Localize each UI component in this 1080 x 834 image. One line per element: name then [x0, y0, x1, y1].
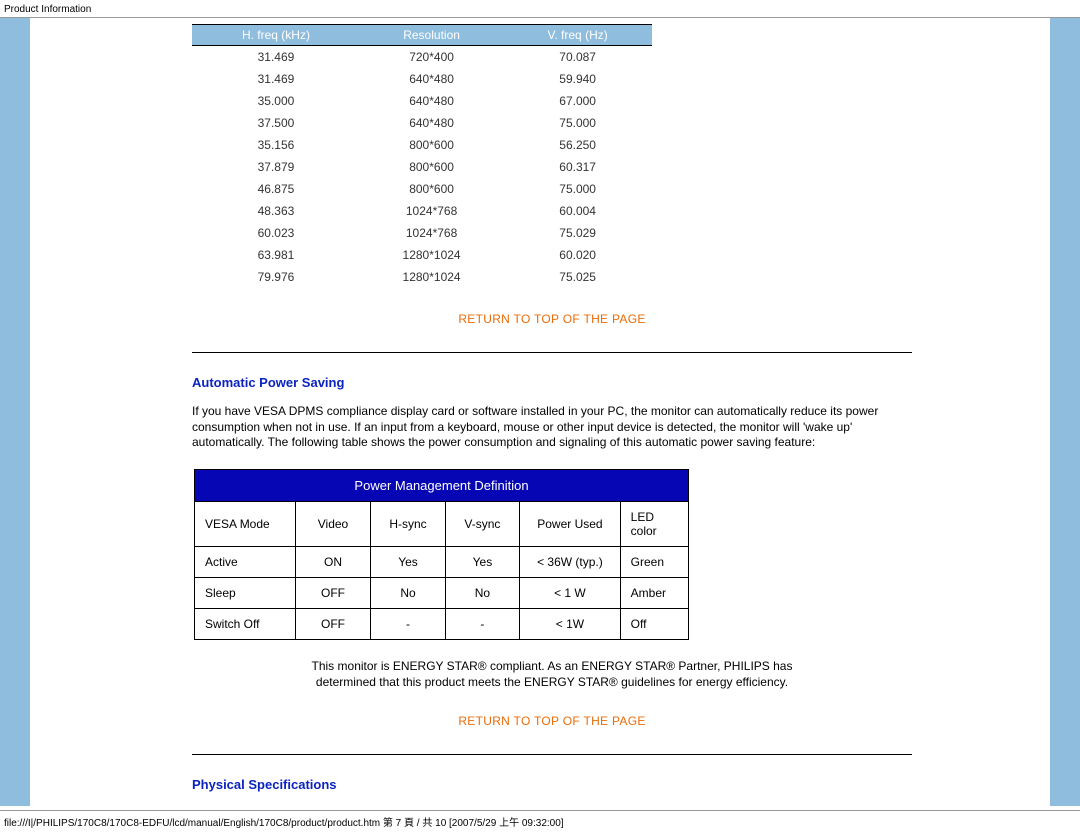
power-header-powerused: Power Used: [520, 501, 621, 546]
table-row: 35.000640*48067.000: [192, 90, 652, 112]
automatic-power-saving-heading: Automatic Power Saving: [192, 375, 912, 390]
table-row: 37.500640*48075.000: [192, 112, 652, 134]
table-row: 46.875800*60075.000: [192, 178, 652, 200]
table-row: 37.879800*60060.317: [192, 156, 652, 178]
physical-specifications-heading: Physical Specifications: [192, 777, 912, 792]
automatic-power-saving-text: If you have VESA DPMS compliance display…: [192, 404, 912, 451]
page-footer: file:///I|/PHILIPS/170C8/170C8-EDFU/lcd/…: [0, 810, 1080, 833]
power-table-title: Power Management Definition: [195, 469, 689, 501]
table-row: 35.156800*60056.250: [192, 134, 652, 156]
table-row: Switch Off OFF - - < 1W Off: [195, 608, 689, 639]
table-row: 79.9761280*102475.025: [192, 266, 652, 288]
frequency-table: H. freq (kHz) Resolution V. freq (Hz) 31…: [192, 24, 652, 288]
power-table-title-row: Power Management Definition: [195, 469, 689, 501]
left-blue-strip: [0, 18, 30, 806]
freq-header-hfreq: H. freq (kHz): [192, 25, 360, 46]
main-column: H. freq (kHz) Resolution V. freq (Hz) 31…: [30, 18, 1050, 806]
table-row: 60.0231024*76875.029: [192, 222, 652, 244]
power-header-led: LED color: [620, 501, 688, 546]
content-area: H. freq (kHz) Resolution V. freq (Hz) 31…: [30, 18, 936, 806]
freq-header-resolution: Resolution: [360, 25, 503, 46]
freq-header-vfreq: V. freq (Hz): [503, 25, 652, 46]
table-row: 63.9811280*102460.020: [192, 244, 652, 266]
page-layout: H. freq (kHz) Resolution V. freq (Hz) 31…: [0, 18, 1080, 806]
table-row: 31.469640*48059.940: [192, 68, 652, 90]
return-to-top-link[interactable]: RETURN TO TOP OF THE PAGE: [192, 714, 912, 728]
power-header-hsync: H-sync: [371, 501, 445, 546]
page-header: Product Information: [0, 0, 1080, 18]
divider: [192, 754, 912, 755]
energy-star-note: This monitor is ENERGY STAR® compliant. …: [192, 658, 912, 690]
power-header-vsync: V-sync: [445, 501, 519, 546]
divider: [192, 352, 912, 353]
table-row: 48.3631024*76860.004: [192, 200, 652, 222]
power-header-video: Video: [295, 501, 371, 546]
table-row: Sleep OFF No No < 1 W Amber: [195, 577, 689, 608]
return-to-top-link[interactable]: RETURN TO TOP OF THE PAGE: [192, 312, 912, 326]
power-table-header-row: VESA Mode Video H-sync V-sync Power Used…: [195, 501, 689, 546]
power-management-table: Power Management Definition VESA Mode Vi…: [194, 469, 689, 640]
freq-table-header-row: H. freq (kHz) Resolution V. freq (Hz): [192, 25, 652, 46]
table-row: Active ON Yes Yes < 36W (typ.) Green: [195, 546, 689, 577]
power-header-vesa: VESA Mode: [195, 501, 296, 546]
table-row: 31.469720*40070.087: [192, 46, 652, 69]
right-blue-strip: [1050, 18, 1080, 806]
